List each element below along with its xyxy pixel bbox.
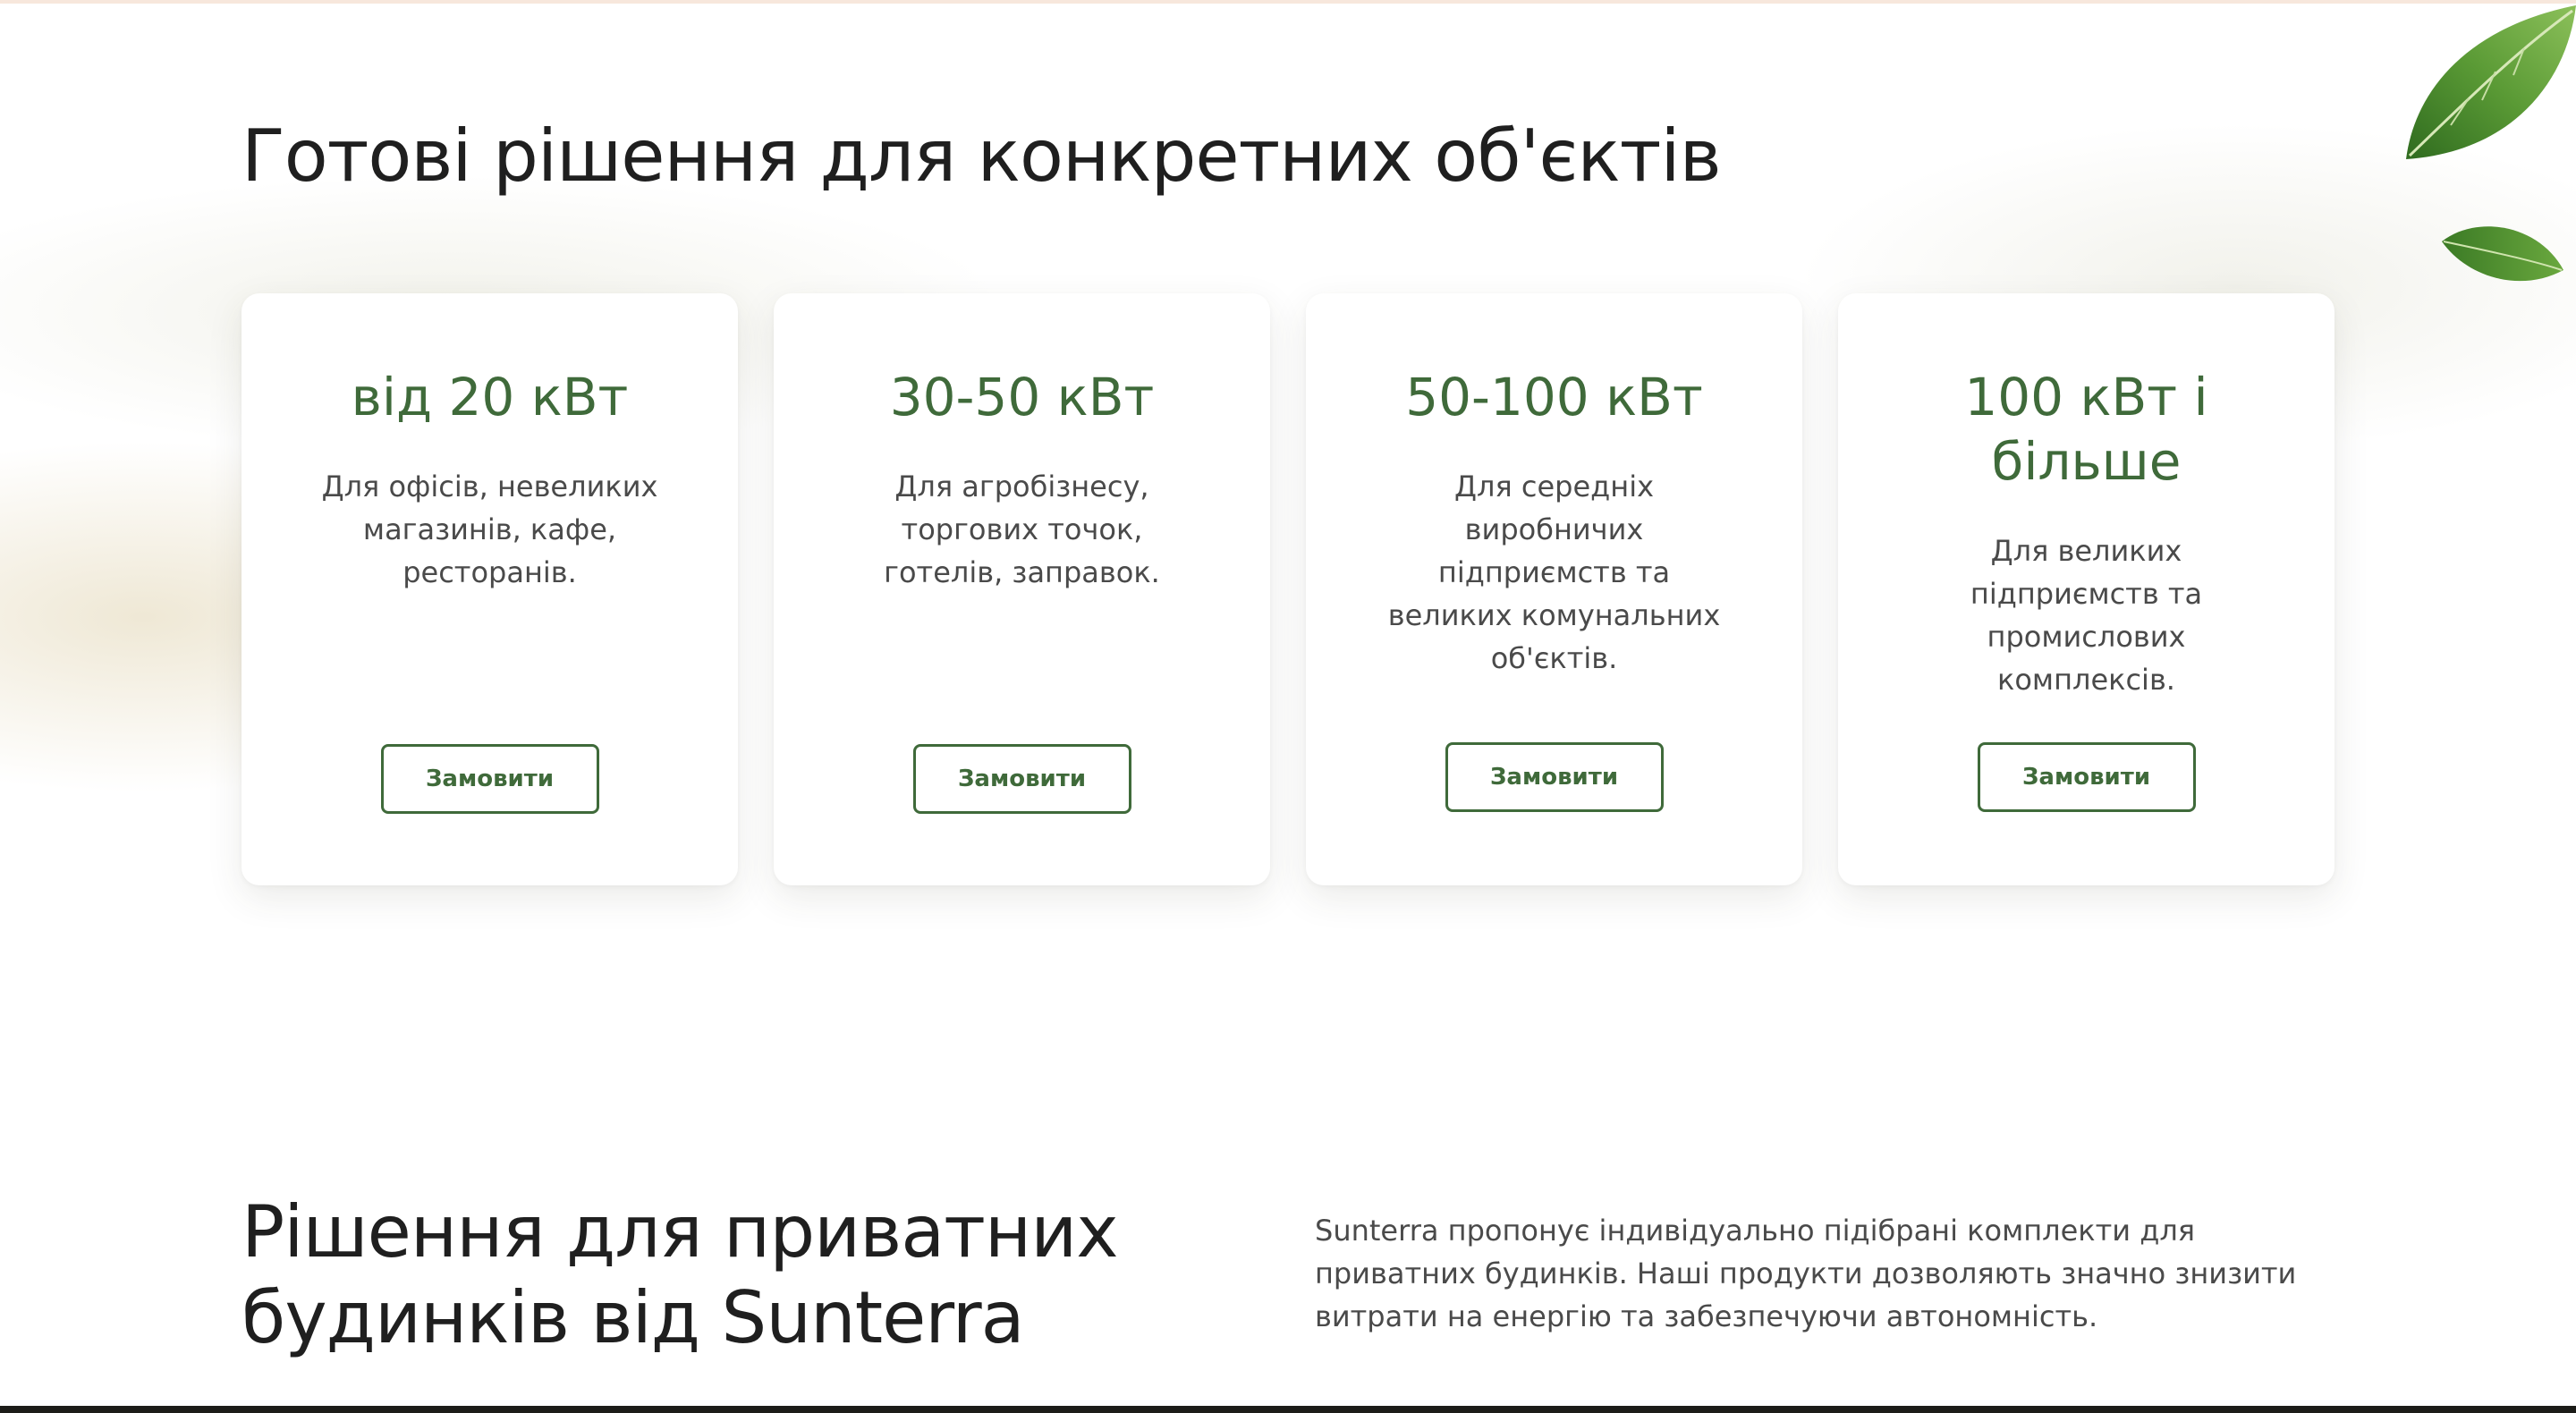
leaf-icon <box>2406 5 2576 159</box>
order-button[interactable]: Замовити <box>912 744 1131 814</box>
card-title: 30-50 кВт <box>889 367 1155 427</box>
card-description: Для офісів, невеликих магазинів, кафе, р… <box>321 470 658 589</box>
solution-card: 30-50 кВт Для агробізнесу, торгових точо… <box>774 293 1270 885</box>
solution-card: 100 кВт і більше Для великих підприємств… <box>1838 293 2334 885</box>
private-section-description: Sunterra пропонує індивідуально підібран… <box>1315 1214 2297 1333</box>
card-description: Для середніх виробничих підприємств та в… <box>1387 470 1721 675</box>
section-title: Готові рішення для конкретних об'єктів <box>242 114 1722 198</box>
leaf-icon <box>2442 226 2563 282</box>
card-description: Для великих підприємств та промислових к… <box>1970 534 2203 697</box>
card-title: від 20 кВт <box>351 367 629 427</box>
card-title: 50-100 кВт <box>1405 367 1703 427</box>
card-description: Для агробізнесу, торгових точок, готелів… <box>884 470 1160 589</box>
order-button[interactable]: Замовити <box>380 744 599 814</box>
top-border <box>0 0 2576 4</box>
card-title: 100 кВт і більше <box>1964 367 2208 492</box>
private-section-title: Рішення для приватних будинків від Sunte… <box>242 1190 1119 1359</box>
order-button[interactable]: Замовити <box>1445 742 1664 812</box>
bottom-edge <box>0 1406 2576 1413</box>
solution-card: 50-100 кВт Для середніх виробничих підпр… <box>1306 293 1802 885</box>
solution-card: від 20 кВт Для офісів, невеликих магазин… <box>242 293 738 885</box>
order-button[interactable]: Замовити <box>1977 742 2196 812</box>
solutions-cards: від 20 кВт Для офісів, невеликих магазин… <box>242 293 2334 885</box>
